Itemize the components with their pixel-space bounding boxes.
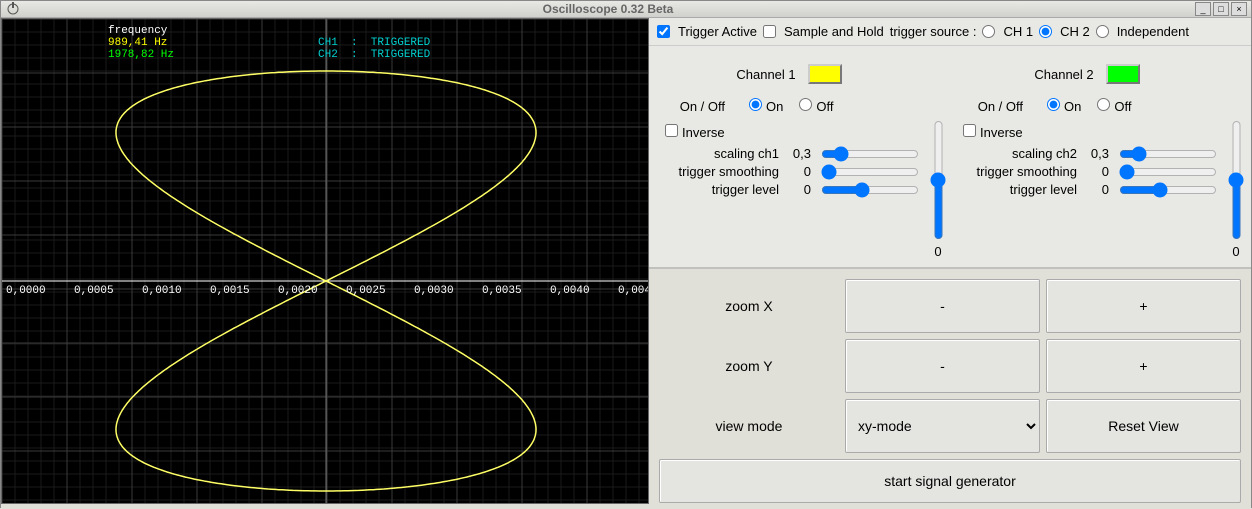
- ch2-scaling-label: scaling ch2: [957, 146, 1077, 161]
- ch1-smoothing-label: trigger smoothing: [659, 164, 779, 179]
- ch2-offset-value: 0: [1232, 244, 1239, 259]
- x-tick-label: 0,0035: [482, 285, 522, 297]
- ch1-offset-value: 0: [934, 244, 941, 259]
- ch1-scaling-label: scaling ch1: [659, 146, 779, 161]
- trigger-row: Trigger Active Sample and Hold trigger s…: [649, 18, 1251, 46]
- x-tick-label: 0,0040: [550, 285, 590, 297]
- ch2-offset-slider[interactable]: [1172, 120, 1252, 240]
- ch1-offset-slider-wrap: 0: [927, 50, 949, 259]
- zoom-x-plus-button[interactable]: +: [1046, 279, 1241, 333]
- ch2-off-radio[interactable]: Off: [1097, 98, 1131, 114]
- reset-view-button[interactable]: Reset View: [1046, 399, 1241, 453]
- zoom-y-minus-button[interactable]: -: [845, 339, 1040, 393]
- x-tick-label: 0,0025: [346, 285, 386, 297]
- sample-hold-checkbox[interactable]: Sample and Hold: [763, 24, 884, 39]
- ch1-scaling-value: 0,3: [785, 146, 815, 161]
- ch1-trig-status: CH1 : TRIGGERED: [318, 37, 430, 49]
- ch2-offset-slider-wrap: 0: [1225, 50, 1247, 259]
- ch1-triglvl-value: 0: [785, 182, 815, 197]
- trigger-source-ch1[interactable]: CH 1: [982, 24, 1033, 39]
- trigger-active-checkbox[interactable]: Trigger Active: [657, 24, 757, 39]
- maximize-button[interactable]: □: [1213, 2, 1229, 16]
- start-signal-generator-button[interactable]: start signal generator: [659, 459, 1241, 503]
- ch1-triglvl-label: trigger level: [659, 182, 779, 197]
- x-tick-label: 0,004: [618, 285, 649, 297]
- ch2-smoothing-label: trigger smoothing: [957, 164, 1077, 179]
- ch2-freq: 1978,82 Hz: [108, 49, 174, 61]
- ch2-onoff-label: On / Off: [957, 99, 1023, 114]
- x-tick-label: 0,0005: [74, 285, 114, 297]
- ch1-freq: 989,41 Hz: [108, 37, 167, 49]
- channel-1-title: Channel 1: [736, 67, 795, 82]
- minimize-button[interactable]: _: [1195, 2, 1211, 16]
- app-window: Oscilloscope 0.32 Beta _ □ × fre: [0, 0, 1252, 508]
- content: frequency 989,41 Hz 1978,82 Hz CH1 : TRI…: [1, 18, 1251, 509]
- window-buttons: _ □ ×: [1195, 2, 1247, 16]
- x-tick-label: 0,0020: [278, 285, 318, 297]
- close-button[interactable]: ×: [1231, 2, 1247, 16]
- zoom-x-label: zoom X: [659, 279, 839, 333]
- x-tick-label: 0,0015: [210, 285, 250, 297]
- control-panel: Trigger Active Sample and Hold trigger s…: [649, 18, 1251, 509]
- view-mode-label: view mode: [659, 399, 839, 453]
- x-tick-label: 0,0000: [6, 285, 46, 297]
- trigger-source-label: trigger source :: [890, 24, 977, 39]
- ch2-triglvl-value: 0: [1083, 182, 1113, 197]
- ch2-on-radio[interactable]: On: [1047, 98, 1081, 114]
- zoom-y-plus-button[interactable]: +: [1046, 339, 1241, 393]
- window-title: Oscilloscope 0.32 Beta: [21, 2, 1195, 16]
- ch1-off-radio[interactable]: Off: [799, 98, 833, 114]
- view-controls: zoom X - + zoom Y - + view mode xy-mode …: [649, 269, 1251, 509]
- ch2-scaling-value: 0,3: [1083, 146, 1113, 161]
- ch1-onoff-label: On / Off: [659, 99, 725, 114]
- freq-label: frequency: [108, 25, 167, 37]
- ch2-smoothing-value: 0: [1083, 164, 1113, 179]
- zoom-x-minus-button[interactable]: -: [845, 279, 1040, 333]
- oscilloscope-display[interactable]: frequency 989,41 Hz 1978,82 Hz CH1 : TRI…: [1, 18, 649, 504]
- trigger-source-ch2[interactable]: CH 2: [1039, 24, 1090, 39]
- ch2-trig-status: CH2 : TRIGGERED: [318, 49, 430, 61]
- scope-svg: [2, 19, 649, 504]
- x-tick-label: 0,0010: [142, 285, 182, 297]
- ch2-triglvl-label: trigger level: [957, 182, 1077, 197]
- channel-2-title: Channel 2: [1034, 67, 1093, 82]
- channels-section: Channel 1 On / Off On Off Inverse scalin…: [649, 46, 1251, 269]
- x-tick-label: 0,0030: [414, 285, 454, 297]
- titlebar[interactable]: Oscilloscope 0.32 Beta _ □ ×: [1, 1, 1251, 18]
- app-menu-icon[interactable]: [5, 1, 21, 17]
- channel-2-color-swatch[interactable]: [1106, 64, 1140, 84]
- channel-1-color-swatch[interactable]: [808, 64, 842, 84]
- zoom-y-label: zoom Y: [659, 339, 839, 393]
- ch1-on-radio[interactable]: On: [749, 98, 783, 114]
- trigger-source-independent[interactable]: Independent: [1096, 24, 1189, 39]
- view-mode-select[interactable]: xy-mode: [845, 399, 1040, 453]
- ch1-smoothing-value: 0: [785, 164, 815, 179]
